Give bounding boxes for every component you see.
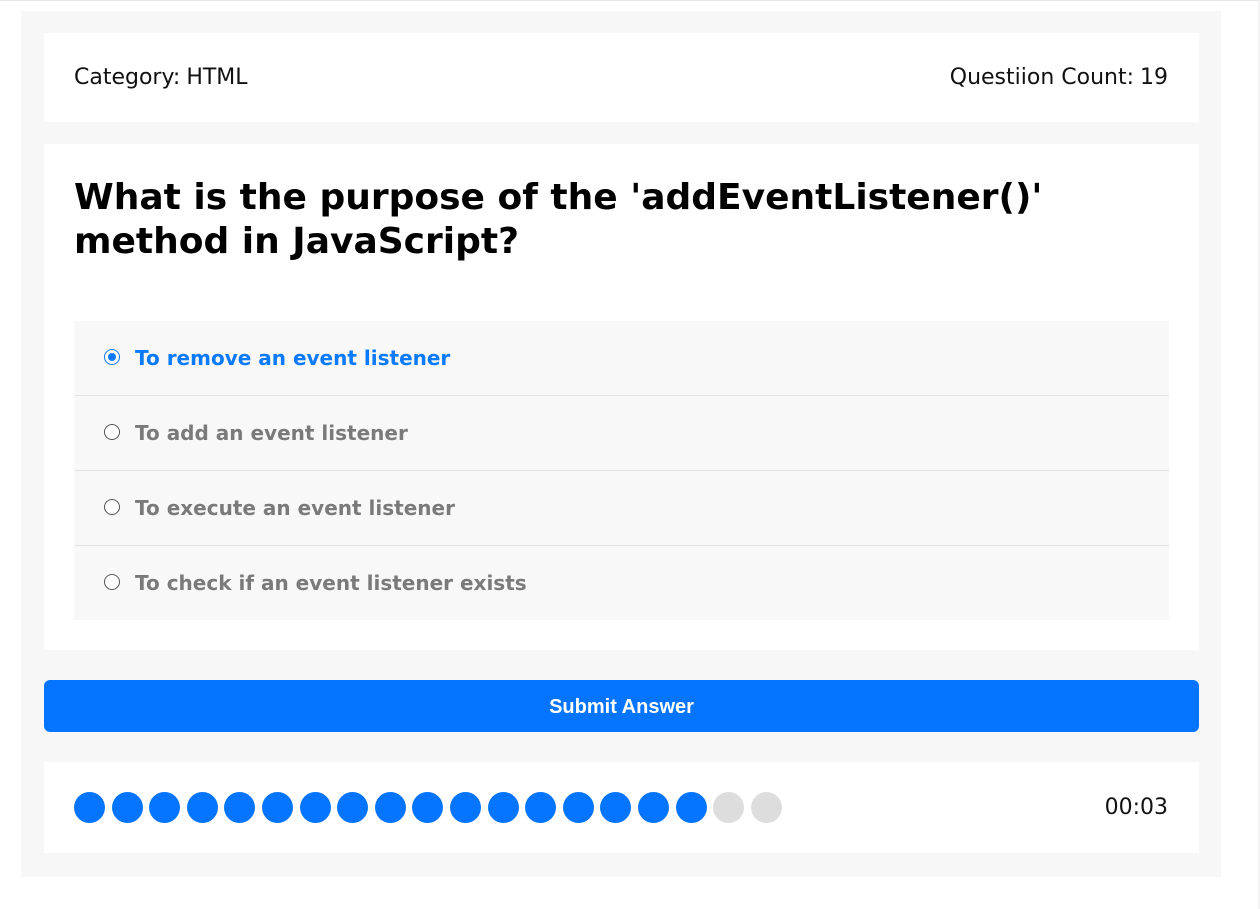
progress-dot-complete (74, 792, 105, 823)
answer-options: To remove an event listener To add an ev… (74, 321, 1169, 620)
progress-dot-complete (675, 792, 707, 823)
answer-option-label: To remove an event listener (135, 346, 451, 370)
question-count-label: Questiion Count: (949, 65, 1134, 90)
progress-dot-complete (186, 792, 218, 823)
answer-option-label: To execute an event listener (135, 496, 455, 520)
radio-button[interactable] (104, 499, 120, 515)
progress-dot-complete (412, 792, 444, 823)
answer-option[interactable]: To execute an event listener (74, 471, 1169, 546)
progress-dot-complete (224, 792, 256, 823)
progress-dot-complete (562, 792, 594, 823)
answer-option-label: To check if an event listener exists (135, 571, 527, 595)
progress-dot-complete (262, 792, 293, 823)
progress-dot-complete (299, 792, 331, 823)
radio-button[interactable] (104, 574, 120, 590)
progress-dot-complete (149, 792, 181, 823)
progress-dot-complete (525, 792, 557, 823)
progress-dot-pending (713, 792, 745, 823)
question-card: What is the purpose of the 'addEventList… (44, 144, 1199, 650)
progress-dot-complete (374, 792, 406, 823)
answer-option[interactable]: To remove an event listener (74, 321, 1169, 396)
answer-option[interactable]: To check if an event listener exists (74, 546, 1169, 620)
quiz-header: Category: HTML Questiion Count: 19 (44, 33, 1199, 122)
category-label: Category: (74, 65, 181, 90)
question-count-value: 19 (1140, 65, 1168, 90)
category-info: Category: HTML (74, 33, 248, 122)
progress-dot-complete (337, 792, 369, 823)
progress-dot-pending (750, 792, 782, 823)
timer: 00:03 (1104, 795, 1168, 820)
quiz-container: Category: HTML Questiion Count: 19 What is… (21, 11, 1221, 877)
progress-bar-card: 00:03 (44, 762, 1199, 853)
progress-dot-complete (487, 792, 519, 823)
top-border (0, 0, 1260, 1)
progress-dot-complete (638, 792, 669, 823)
progress-dot-complete (111, 792, 143, 823)
progress-dot-complete (600, 792, 632, 823)
radio-button[interactable] (104, 349, 120, 365)
radio-button[interactable] (104, 424, 120, 440)
question-count-info: Questiion Count: 19 (950, 33, 1168, 122)
category-value: HTML (186, 65, 248, 90)
submit-answer-button[interactable]: Submit Answer (44, 680, 1199, 732)
progress-dot-complete (450, 792, 481, 823)
question-text: What is the purpose of the 'addEventList… (74, 177, 1043, 262)
answer-option-label: To add an event listener (135, 421, 408, 445)
answer-option[interactable]: To add an event listener (74, 396, 1169, 471)
